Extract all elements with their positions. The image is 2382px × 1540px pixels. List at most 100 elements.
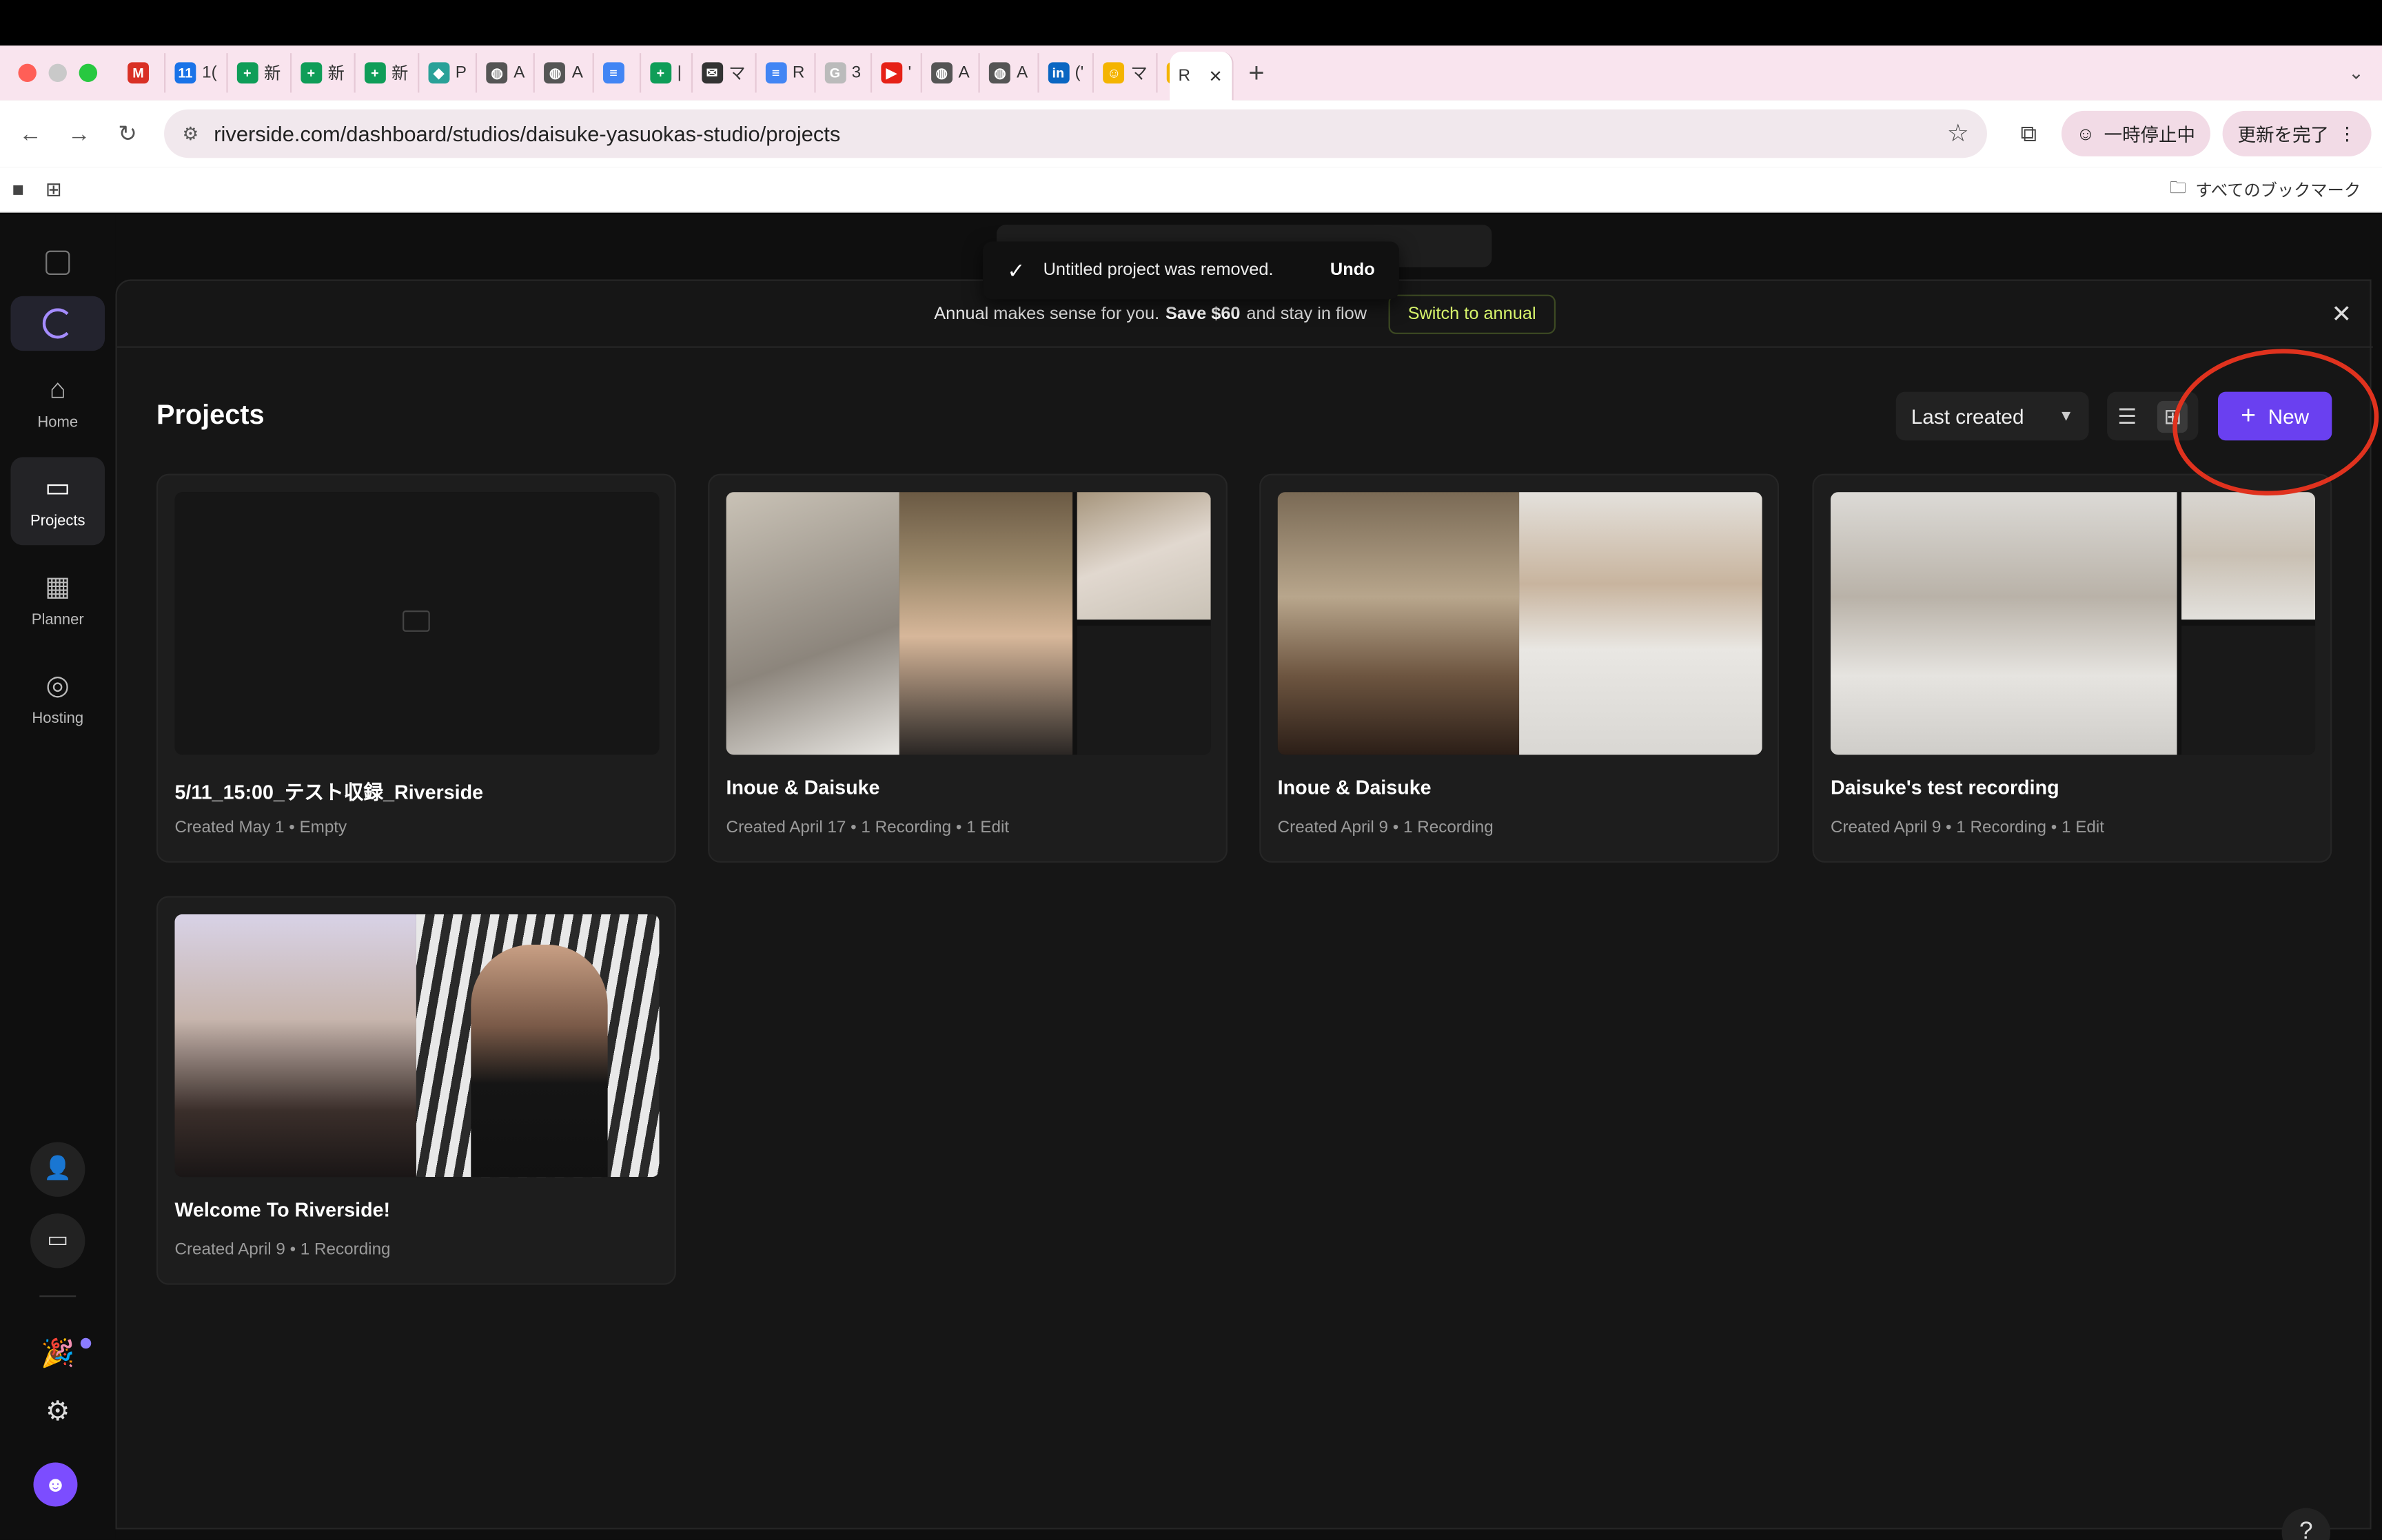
tab-favicon-icon: ◍ [486,62,508,84]
recording-preview-empty [2181,626,2316,755]
browser-tab[interactable]: + 新 [227,53,292,93]
home-icon: ⌂ [49,373,66,404]
browser-tab[interactable]: in (' [1039,53,1095,93]
tab-search-icon[interactable]: ⌄ [2330,62,2382,83]
profile-pill[interactable]: ☺ 一時停止中 [2061,110,2210,157]
removed-toast: ✓ Untitled project was removed. Undo [983,241,1399,300]
update-pill-label: 更新を完了 [2237,123,2329,145]
new-tab-button[interactable]: + [1233,57,1279,89]
tab-favicon-icon: + [649,62,671,84]
all-bookmarks[interactable]: 🗀 すべてのブックマーク [2170,174,2382,203]
apps-grid-icon[interactable]: ⊞ [45,177,62,201]
address-bar[interactable]: ⚙ riverside.com/dashboard/studios/daisuk… [164,109,1987,158]
bookmark-star-icon[interactable]: ☆ [1947,119,1969,149]
update-pill[interactable]: 更新を完了 ⋮ [2222,110,2372,157]
site-info-icon[interactable]: ⚙ [182,123,198,145]
tab-label: A [513,63,525,83]
browser-tab[interactable]: ≡ [593,53,641,93]
maximize-window-button[interactable] [79,63,98,83]
participant-video-tile [726,492,899,755]
browser-tab[interactable]: M [119,53,166,93]
list-view-icon[interactable]: ☰ [2117,403,2137,429]
sidebar-item-home[interactable]: ⌂ Home [10,358,105,446]
project-meta: Created April 17 • 1 Recording • 1 Edit [726,819,1010,837]
more-menu-icon[interactable]: ⋮ [2338,123,2356,145]
browser-tab[interactable]: ◍ A [536,53,594,93]
tab-label: (' [1075,63,1084,83]
tab-label: マ [729,65,746,84]
browser-tab[interactable]: G3 [815,53,872,93]
browser-tab[interactable]: ◍ A [477,53,536,93]
tab-label: ' [908,63,912,83]
tab-label: マ [1130,65,1148,84]
back-icon[interactable]: ← [6,121,55,146]
switch-to-annual-button[interactable]: Switch to annual [1387,294,1556,333]
project-meta: Created April 9 • 1 Recording [1277,819,1494,837]
empty-folder-icon [403,610,430,632]
tab-active[interactable]: R ✕ [1169,51,1234,101]
tab-list: M111(+新+新+新◆P◍A◍A≡+|✉マ≡RG3▶'◍A◍Ain('☺マ⚠机… [119,45,1170,100]
invite-user-icon[interactable]: 👤 [30,1142,85,1197]
browser-tab[interactable]: + 新 [292,53,356,93]
extensions-icon[interactable]: ⧉ [2020,121,2037,146]
sidebar-item-label: Hosting [32,710,84,728]
riverside-app: ⌂ Home ▭ Projects ▦ Planner ◎ Hosting 👤 … [0,214,2382,1540]
close-window-button[interactable] [18,63,37,83]
project-card[interactable]: Inoue & Daisuke Created April 17 • 1 Rec… [708,473,1228,863]
browser-tab[interactable]: ◍ A [922,53,981,93]
close-tab-icon[interactable]: ✕ [1209,66,1223,85]
tab-groups-icon[interactable]: ■ [12,177,24,201]
participant-video-tile [899,492,1073,755]
participant-video-tile [174,914,416,1178]
tab-favicon-icon: + [236,62,258,84]
forward-icon[interactable]: → [54,121,103,146]
project-title: Welcome To Riverside! [174,1198,391,1222]
whats-new-icon[interactable]: 🎉 [39,1338,76,1370]
browser-tab[interactable]: ▶ ' [872,53,922,93]
help-button[interactable]: ? [2281,1508,2331,1540]
close-banner-icon[interactable]: ✕ [2331,299,2352,329]
record-video-icon[interactable]: ▭ [30,1213,85,1269]
browser-tab[interactable]: ☺ マ [1095,53,1159,93]
project-card[interactable]: Welcome To Riverside! Created April 9 • … [156,896,676,1285]
sidebar-item-label: Home [37,414,79,431]
tab-label: P [455,63,467,83]
sidebar-item-projects[interactable]: ▭ Projects [10,457,105,546]
browser-tab[interactable]: ⚠机 [1158,53,1170,92]
browser-tab[interactable]: 11 1( [165,53,228,93]
tab-favicon-icon: ◍ [930,62,953,84]
page-title: Projects [156,399,265,430]
profile-avatar-icon: ☺ [2076,123,2095,145]
undo-button[interactable]: Undo [1330,261,1375,279]
tab-label: R [1178,66,1191,85]
sidebar-item-hosting[interactable]: ◎ Hosting [10,655,105,743]
browser-tab[interactable]: + 新 [355,53,419,93]
browser-tab[interactable]: ✉ マ [692,53,756,93]
sidebar-collapse-icon[interactable] [45,250,70,275]
project-meta: Created April 9 • 1 Recording [174,1240,391,1260]
browser-tab[interactable]: ≡ R [756,53,815,93]
browser-tab[interactable]: ◆ P [419,53,478,93]
studio-logo[interactable] [10,296,105,351]
tab-favicon-icon: G [824,62,846,84]
minimize-window-button[interactable] [48,63,67,83]
project-card[interactable]: Daisuke's test recording Created April 9… [1812,473,2332,863]
recording-preview-tile [2181,492,2316,620]
sidebar-item-planner[interactable]: ▦ Planner [10,556,105,644]
project-card[interactable]: 5/11_15:00_テスト収録_Riverside Created May 1… [156,473,676,863]
browser-tab[interactable]: + | [641,53,693,93]
participant-video-tile [1830,492,2177,755]
settings-gear-icon[interactable]: ⚙ [39,1396,76,1428]
recording-preview-tile [1077,492,1211,620]
folder-icon: ▭ [44,472,71,503]
user-avatar[interactable]: ☻ [33,1462,78,1507]
riverside-logo-icon [42,308,73,339]
sort-dropdown[interactable]: Last created ▼ [1895,391,2089,441]
tab-favicon-icon: + [364,62,386,84]
reload-icon[interactable]: ↻ [103,120,152,147]
project-title: Inoue & Daisuke [726,776,880,799]
sidebar-item-label: Projects [30,513,85,531]
browser-tab[interactable]: ◍ A [980,53,1039,93]
project-card[interactable]: Inoue & Daisuke Created April 9 • 1 Reco… [1259,473,1780,863]
bookmark-folder-icon: 🗀 [2169,179,2187,198]
